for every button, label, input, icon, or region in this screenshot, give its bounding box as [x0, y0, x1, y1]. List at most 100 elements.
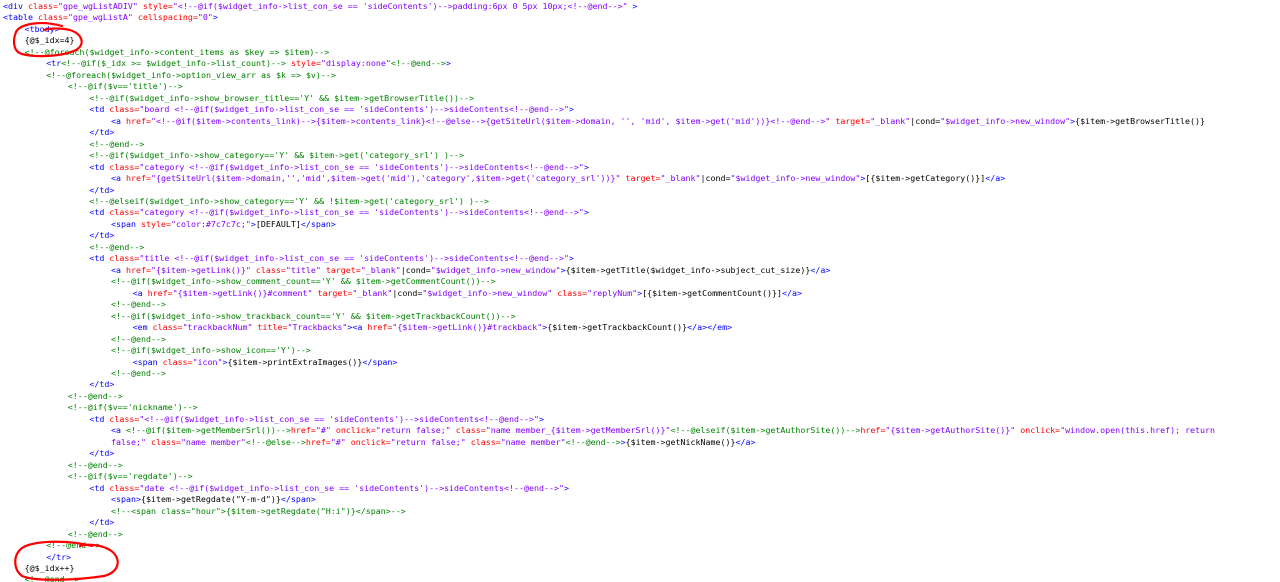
code-token: "$widget_info->new_window" [422, 287, 553, 298]
code-token: "$widget_info->new_window" [430, 264, 561, 275]
code-token: [{$item->getCategory()}] [865, 173, 986, 184]
code-token: </a> [810, 264, 831, 275]
code-token: <td [89, 207, 110, 218]
code-line: <!--@end--> [3, 299, 1280, 310]
code-line: <!--@if($widget_info->show_trackback_cou… [3, 311, 1280, 322]
code-token: {$item->getTitle($widget_info->subject_c… [565, 264, 811, 275]
code-line: <tbody> [3, 24, 1280, 35]
code-token: href= [126, 264, 151, 275]
code-token: </td> [89, 448, 115, 459]
code-token: > [212, 12, 218, 23]
code-token: "color:#7c7c7c;" [170, 218, 251, 229]
code-line: <td class="title <!--@if($widget_info->l… [3, 253, 1280, 264]
code-token: "<!--@if($widget_info->list_con_se == 's… [139, 413, 539, 424]
code-line: <td class="category <!--@if($widget_info… [3, 162, 1280, 173]
code-token: href= [860, 425, 886, 436]
code-token: "icon" [192, 356, 223, 367]
code-token: <!--@if($v=='nickname')--> [67, 402, 198, 413]
code-line: </td> [3, 127, 1280, 138]
code-token: [{$item->getCommentCount()}] [642, 287, 783, 298]
code-token: </a> [735, 436, 756, 447]
code-line: <tr<!--@if($_idx >= $widget_info->list_c… [3, 58, 1280, 69]
code-token: <!--@end--> [111, 368, 166, 378]
code-token: <tr [46, 58, 62, 69]
code-token: <!--<span class="hour">{$item->getRegdat… [111, 505, 406, 516]
code-token: class= [250, 264, 286, 275]
code-token: |cond= [700, 173, 731, 184]
code-token: <!--@end--> [67, 459, 123, 470]
code-token: |cond= [400, 264, 431, 275]
code-token: "name member" [180, 436, 246, 447]
code-token: class= [465, 436, 501, 447]
code-token: "board <!--@if($widget_info->list_con_se… [139, 104, 569, 115]
code-token: <span [132, 356, 163, 367]
code-line: <!--@end--> [3, 529, 1280, 540]
code-token: </span> [280, 494, 316, 505]
code-token: <!--@if($v=='regdate')--> [67, 471, 193, 482]
code-token: [DEFAULT] [255, 218, 301, 229]
code-token: "{getSiteUrl($item->domain,'','mid',$ite… [150, 173, 621, 184]
code-token: {$item->getBrowserTitle()} [1075, 115, 1205, 126]
code-token: </td> [89, 127, 115, 138]
code-token: </td> [89, 230, 115, 241]
code-token: "<!--@if($item->contents_link)-->{$item-… [150, 115, 831, 126]
code-token: "gpe_wgListA" [67, 12, 133, 23]
code-token: target= [312, 287, 353, 298]
code-token: class= [109, 413, 140, 424]
code-token: <!--@end--> [111, 333, 166, 344]
code-token: href= [367, 322, 393, 333]
code-token: href= [147, 287, 173, 298]
code-token: class= [450, 425, 486, 436]
code-line: <span>{$item->getRegdate("Y-m-d")}</span… [3, 494, 1280, 505]
code-token: <!--@if($widget_info->show_comment_count… [111, 276, 496, 287]
code-token: <!--@if($widget_info->show_browser_title… [89, 92, 475, 103]
code-token: "{$item->getLink()}#trackback" [392, 322, 543, 333]
code-line: <a href="{getSiteUrl($item->domain,'','m… [3, 173, 1280, 184]
code-token: {$item->getTrackbackCount()} [547, 322, 688, 333]
code-line: <table class="gpe_wgListA" cellspacing="… [3, 12, 1280, 23]
code-token: target= [830, 115, 871, 126]
code-line: <!--<span class="hour">{$item->getRegdat… [3, 506, 1280, 517]
code-token: <a [132, 287, 148, 298]
code-token: class= [145, 436, 181, 447]
code-token: style= [285, 58, 321, 69]
code-token: <!--@if($widget_info->show_trackback_cou… [111, 310, 516, 321]
code-line: <!--@end--> [3, 368, 1280, 379]
code-token: onclick= [330, 425, 376, 436]
code-token: > [445, 58, 451, 69]
code-token: <a [111, 425, 126, 436]
code-token: "0" [197, 12, 213, 23]
code-token: </td> [89, 517, 115, 528]
code-token: <!--@foreach($widget_info->option_view_a… [46, 69, 336, 80]
code-token: <a [111, 115, 126, 126]
code-token: </a> [985, 173, 1006, 184]
code-line: <!--@if($v=='regdate')--> [3, 471, 1280, 482]
code-line: <div class="gpe_wgListADIV" style="<!--@… [3, 1, 1280, 12]
code-line: <span class="icon">{$item->printExtraIma… [3, 357, 1280, 368]
code-token: style= [137, 1, 173, 11]
code-line: <!--@end--> [3, 242, 1280, 253]
code-token: <!--@if($widget_info->show_category=='Y'… [89, 150, 465, 161]
code-token: </tr> [46, 551, 72, 562]
code-line: <!--@if($widget_info->show_comment_count… [3, 276, 1280, 287]
code-token: <!--@elseif($item->getAuthorSite())--> [670, 425, 861, 436]
code-token: <!--@if($item->getMemberSrl())--> [126, 425, 291, 436]
code-token: <!--@end--> [67, 390, 123, 401]
code-token: "window.open(this.href); return [1060, 425, 1216, 436]
code-line: false;" class="name member"<!--@else-->h… [3, 437, 1280, 448]
code-line: </td> [3, 517, 1280, 528]
code-line: </td> [3, 379, 1280, 390]
code-line: <a href="<!--@if($item->contents_link)--… [3, 116, 1280, 127]
code-token: "trackbackNum" [182, 322, 253, 333]
code-token: "$widget_info->new_window" [940, 115, 1071, 126]
code-line: {@$_idx++} [3, 563, 1280, 574]
code-token: false;" [111, 436, 146, 447]
code-token: <!--@end--> [46, 540, 102, 551]
code-line: <!--@if($widget_info->show_category=='Y'… [3, 150, 1280, 161]
code-line: <!--@end--> [3, 334, 1280, 345]
code-line: <!--@if($v=='title')--> [3, 81, 1280, 92]
code-token: "$widget_info->new_window" [730, 173, 861, 184]
code-token: "#" [315, 425, 331, 436]
code-token: "_blank" [660, 173, 701, 184]
code-line: <!--@if($widget_info->show_icon=='Y')--> [3, 345, 1280, 356]
